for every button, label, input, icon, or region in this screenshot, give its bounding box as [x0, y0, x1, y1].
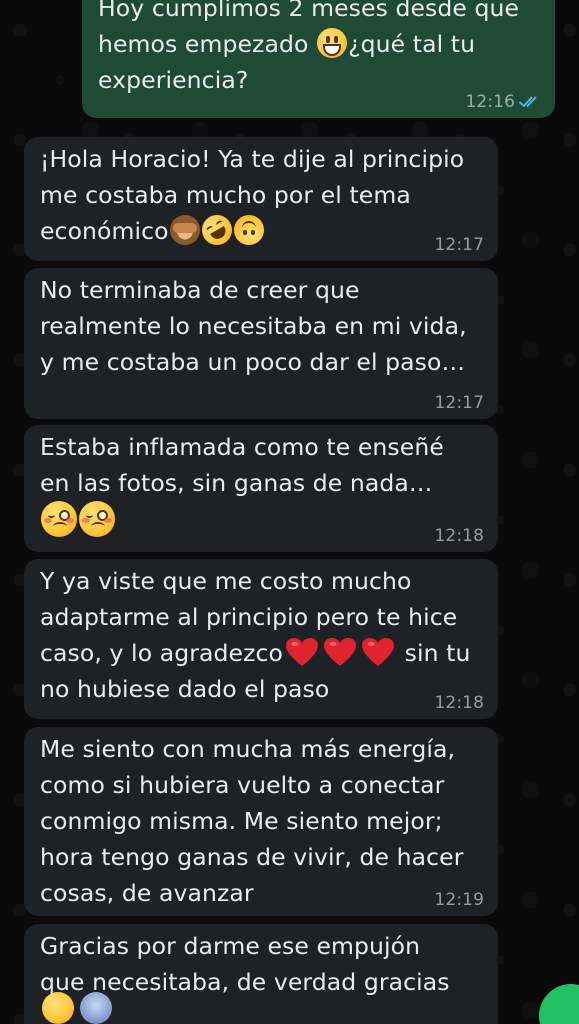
message-text-line: Estaba inflamada como te enseñé [40, 433, 444, 461]
scroll-to-bottom-button[interactable] [539, 984, 579, 1024]
chat-message-list[interactable]: Hoy cumplimos 2 meses desde que hemos em… [0, 0, 579, 1024]
message-bubble-incoming[interactable]: Y ya viste que me costo mucho adaptarme … [24, 559, 498, 719]
message-emoji-line [40, 501, 480, 539]
message-bubble-incoming[interactable]: Me siento con mucha más energía, como si… [24, 727, 498, 916]
folded-hands-emoji-icon [80, 992, 112, 1024]
woozy-face-emoji-icon [79, 501, 115, 537]
message-text-line: hora tengo ganas de vivir, de hacer [40, 843, 464, 871]
message-text-line: y me costaba un poco dar el paso… [40, 348, 466, 376]
message-text-line: como si hubiera vuelto a conectar [40, 771, 445, 799]
rolling-on-floor-laughing-emoji-icon [196, 209, 238, 251]
see-no-evil-monkey-emoji-icon [169, 215, 200, 245]
message-text-line: Me siento con mucha más energía, [40, 735, 456, 763]
upside-down-face-emoji-icon [233, 215, 264, 245]
message-text-line: me costaba mucho por el tema [40, 181, 411, 209]
message-bubble-outgoing[interactable]: Hoy cumplimos 2 meses desde que hemos em… [82, 0, 555, 118]
message-text-line: adaptarme al principio pero te hice [40, 603, 458, 631]
message-bubble-incoming[interactable]: Estaba inflamada como te enseñé en las f… [24, 425, 498, 552]
message-text-line: ¡Hola Horacio! Ya te dije al principio [40, 145, 465, 173]
woozy-face-emoji-icon [42, 992, 74, 1024]
message-bubble-incoming[interactable]: Gracias por darme ese empujón que necesi… [24, 924, 498, 1024]
message-text-line: cosas, de avanzar [40, 879, 254, 907]
message-time: 12:16 [465, 92, 515, 112]
message-time: 12:17 [434, 235, 484, 255]
message-bubble-incoming[interactable]: ¡Hola Horacio! Ya te dije al principio m… [24, 137, 498, 261]
message-meta: 12:18 [435, 526, 485, 546]
message-meta: 12:17 [435, 393, 485, 413]
message-text-line: caso, y lo agradezco sin tu [40, 637, 471, 667]
message-meta: 12:17 [435, 235, 485, 255]
message-text-line: Y ya viste que me costo mucho [40, 567, 412, 595]
message-meta: 12:18 [435, 693, 485, 713]
read-double-check-icon [519, 96, 537, 107]
message-text-line: en las fotos, sin ganas de nada… [40, 469, 433, 497]
message-text-line: No terminaba de creer que [40, 276, 360, 304]
message-text-line: hemos empezado ¿qué tal tu [98, 28, 476, 58]
red-heart-emoji-icon [361, 637, 395, 667]
message-text-line: Gracias por darme ese empujón [40, 932, 421, 960]
message-text-line: Hoy cumplimos 2 meses desde que [98, 0, 520, 22]
message-text-line: realmente lo necesitaba en mi vida, [40, 312, 467, 340]
message-time: 12:19 [434, 890, 484, 910]
red-heart-emoji-icon [323, 637, 357, 667]
message-bubble-incoming[interactable]: No terminaba de creer que realmente lo n… [24, 268, 498, 419]
message-meta: 12:19 [435, 890, 485, 910]
message-text-line: económico [40, 209, 480, 251]
message-text-line: no hubiese dado el paso [40, 675, 330, 703]
message-text-line: conmigo misma. Me siento mejor; [40, 807, 443, 835]
red-heart-emoji-icon [285, 637, 319, 667]
woozy-face-emoji-icon [41, 501, 77, 537]
grinning-face-emoji-icon [317, 28, 348, 58]
message-time: 12:18 [434, 693, 484, 713]
message-time: 12:17 [434, 393, 484, 413]
message-time: 12:18 [434, 526, 484, 546]
message-meta: 12:16 [466, 92, 542, 112]
